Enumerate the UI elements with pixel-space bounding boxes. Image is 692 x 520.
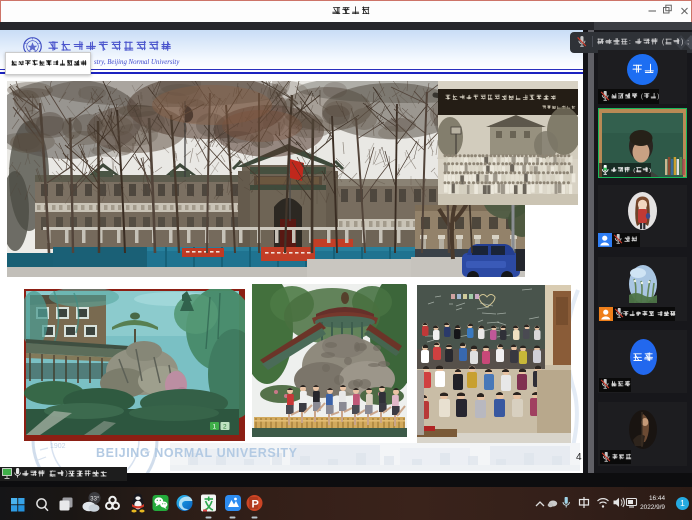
- svg-text:P: P: [252, 499, 259, 511]
- svg-text:33°: 33°: [90, 496, 100, 502]
- svg-text:): ): [649, 167, 651, 173]
- svg-text:;: ;: [687, 38, 689, 46]
- svg-text:2: 2: [223, 424, 227, 431]
- svg-text:(: (: [662, 38, 665, 46]
- svg-text:(: (: [633, 167, 635, 173]
- svg-text:(: (: [641, 93, 643, 100]
- svg-text:1902: 1902: [50, 443, 66, 450]
- svg-text:1: 1: [213, 424, 217, 431]
- svg-text:): ): [681, 38, 683, 46]
- svg-text:): ): [657, 93, 659, 100]
- svg-text::: :: [629, 38, 631, 46]
